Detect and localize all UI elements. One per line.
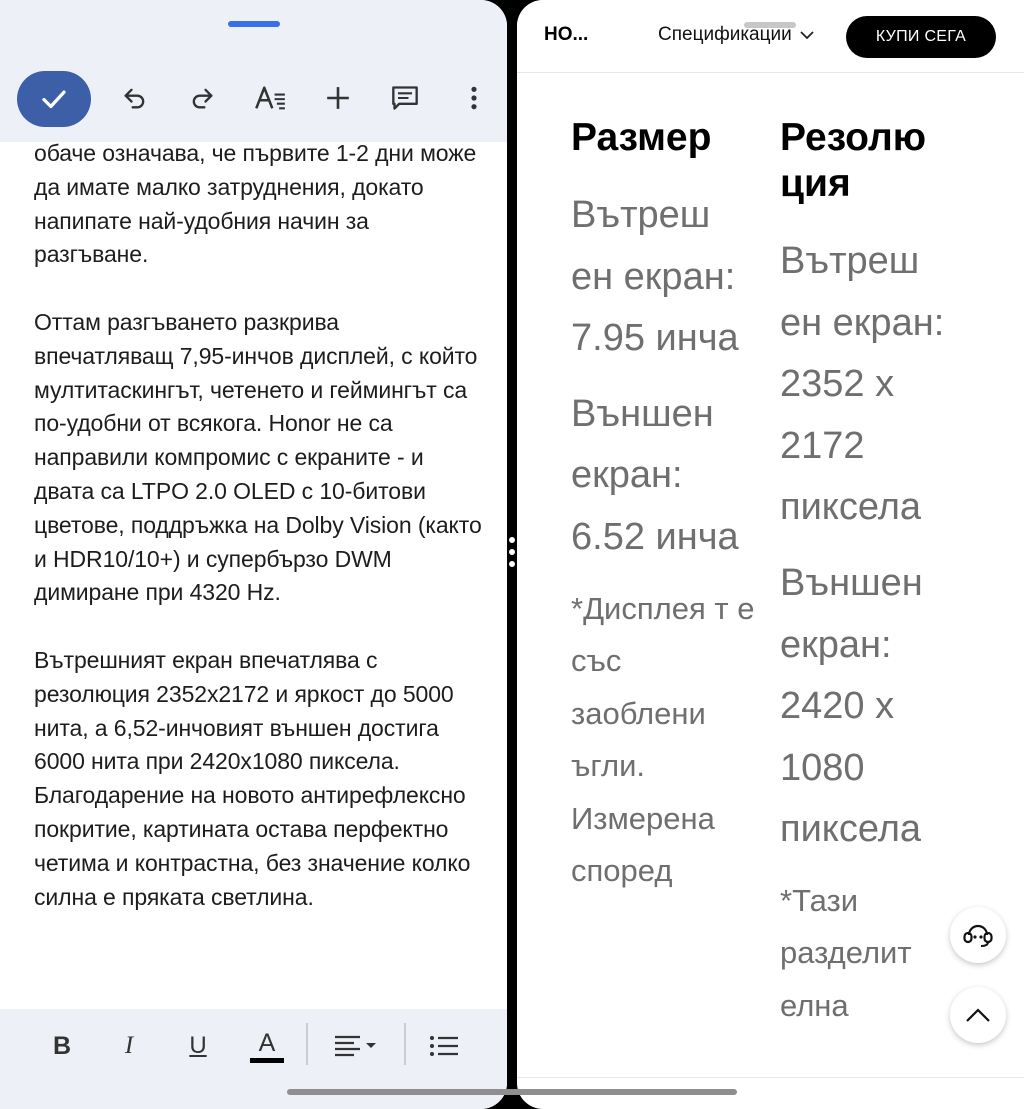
brand-link[interactable]: HO... <box>544 24 588 46</box>
handle-dot <box>509 561 515 567</box>
resolution-column: Резолю ция Вътреш ен екран: 2352 x 2172 … <box>780 115 960 1032</box>
size-heading: Размер <box>571 116 712 159</box>
document-body[interactable]: обаче означава, че първите 1-2 дни може … <box>34 137 484 948</box>
size-column: Размер Вътреш ен екран: 7.95 инча Външен… <box>571 115 761 898</box>
spec-footnote: *Дисплея т е със заоблени ъгли. Измерена… <box>571 590 755 889</box>
handle-dot <box>509 549 515 555</box>
comment-icon <box>392 86 418 110</box>
undo-icon <box>124 88 145 109</box>
undo-button[interactable] <box>117 80 153 116</box>
toolbar-divider <box>306 1023 308 1065</box>
underline-button[interactable]: U <box>184 1026 212 1066</box>
handle-dot <box>509 537 515 543</box>
align-button[interactable] <box>333 1026 381 1066</box>
spec-value: Външен екран: 6.52 инча <box>571 392 739 558</box>
text-color-button[interactable]: A <box>249 1026 285 1066</box>
redo-button[interactable] <box>184 80 220 116</box>
store-header: HO... Спецификации КУПИ СЕГА <box>517 0 1024 73</box>
paragraph[interactable]: Оттам разгъването разкрива впечатляващ 7… <box>34 306 484 610</box>
buy-now-button[interactable]: КУПИ СЕГА <box>846 16 996 58</box>
insert-button[interactable] <box>320 80 356 116</box>
text-format-button[interactable] <box>252 80 288 116</box>
scroll-to-top-button[interactable] <box>950 987 1006 1043</box>
editor-toolbar <box>0 0 507 142</box>
text-color-swatch <box>250 1057 284 1063</box>
comment-button[interactable] <box>387 80 423 116</box>
bullet-list-button[interactable] <box>429 1026 459 1066</box>
paragraph[interactable]: Вътрешният екран впечатлява с резолюция … <box>34 644 484 914</box>
italic-button[interactable]: I <box>115 1026 143 1066</box>
text-color-label: A <box>258 1028 276 1057</box>
redo-icon <box>192 88 213 109</box>
done-button[interactable] <box>17 71 91 127</box>
spec-value: Вътреш ен екран: 7.95 инча <box>571 194 739 360</box>
paragraph[interactable]: обаче означава, че първите 1-2 дни може … <box>34 137 484 272</box>
more-options-button[interactable] <box>456 80 492 116</box>
resolution-heading: Резолю ция <box>780 116 927 205</box>
check-icon <box>42 90 66 109</box>
more-vert-icon <box>471 86 477 110</box>
pane-drag-handle[interactable] <box>228 21 280 27</box>
toolbar-divider <box>404 1023 406 1065</box>
home-indicator[interactable] <box>287 1089 737 1095</box>
plus-icon <box>327 87 349 109</box>
spec-footnote: *Тази разделит елна <box>780 882 912 1023</box>
support-button[interactable] <box>950 907 1006 963</box>
bold-button[interactable]: B <box>48 1026 76 1066</box>
store-page-pane: Размер Вътреш ен екран: 7.95 инча Външен… <box>517 0 1024 1109</box>
specifications-dropdown[interactable]: Спецификации <box>658 24 815 46</box>
list-icon <box>430 1036 458 1056</box>
chevron-up-icon <box>966 1008 990 1022</box>
split-screen-handle[interactable] <box>508 537 516 577</box>
chevron-down-icon <box>800 31 814 40</box>
document-editor-pane: обаче означава, че първите 1-2 дни може … <box>0 0 507 1109</box>
spec-value: Външен екран: 2420 x 1080 пиксела <box>780 561 923 851</box>
align-icon <box>335 1035 376 1057</box>
text-format-icon <box>255 86 285 110</box>
divider <box>517 1077 1024 1078</box>
spec-value: Вътреш ен екран: 2352 x 2172 пиксела <box>780 240 945 529</box>
headset-icon <box>963 924 993 947</box>
specifications-label: Спецификации <box>658 24 792 45</box>
